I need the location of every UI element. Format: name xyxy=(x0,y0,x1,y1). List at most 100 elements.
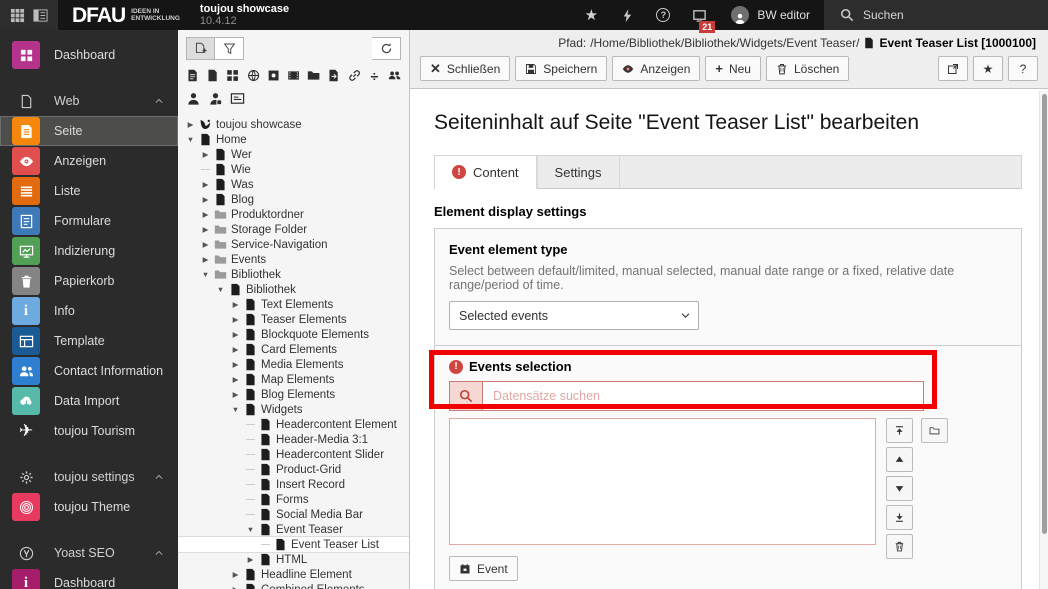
tree-expand-icon[interactable]: ▶ xyxy=(199,180,212,189)
save-button[interactable]: Speichern xyxy=(515,56,608,81)
clear-cache-button[interactable] xyxy=(609,0,645,30)
tree-node-wer[interactable]: ▶ Wer xyxy=(178,147,409,162)
tree-node-bibliothek[interactable]: ▼ Bibliothek xyxy=(178,282,409,297)
pt-page-icon[interactable] xyxy=(186,68,199,83)
tree-collapse-icon[interactable]: ▼ xyxy=(229,405,242,414)
sidebar-item-seite[interactable]: Seite xyxy=(0,116,178,146)
tree-expand-icon[interactable]: ▶ xyxy=(199,210,212,219)
user-menu[interactable]: BW editor xyxy=(717,0,824,30)
record-search-button[interactable] xyxy=(450,382,483,410)
global-search[interactable]: Suchen xyxy=(824,0,1048,30)
tree-node-bibliothek[interactable]: ▼ Bibliothek xyxy=(178,267,409,282)
tree-expand-icon[interactable]: ▶ xyxy=(229,585,242,589)
tree-expand-icon[interactable]: ▶ xyxy=(229,315,242,324)
tree-node-wie[interactable]: Wie xyxy=(178,162,409,177)
tree-node-headercontent-slider[interactable]: Headercontent Slider xyxy=(178,447,409,462)
sidebar-section-web[interactable]: Web xyxy=(0,86,178,116)
pt-divider-icon[interactable]: ÷ xyxy=(368,68,381,84)
bookmark-button[interactable]: ★ xyxy=(973,56,1003,81)
pt-globe-icon[interactable] xyxy=(247,68,260,83)
tree-node-social-media-bar[interactable]: Social Media Bar xyxy=(178,507,409,522)
new-button[interactable]: + Neu xyxy=(705,56,761,81)
pt-card-icon[interactable] xyxy=(230,91,245,106)
record-search-input[interactable] xyxy=(483,382,923,410)
sidebar-item-liste[interactable]: Liste xyxy=(0,176,178,206)
tree-node-insert-record[interactable]: Insert Record xyxy=(178,477,409,492)
tree-expand-icon[interactable]: ▶ xyxy=(244,555,257,564)
tree-collapse-icon[interactable]: ▼ xyxy=(184,135,197,144)
content-scrollbar[interactable] xyxy=(1039,91,1048,589)
tree-toggle-icon[interactable] xyxy=(33,8,48,23)
tree-collapse-icon[interactable]: ▼ xyxy=(214,285,227,294)
tree-node-teaser-elements[interactable]: ▶ Teaser Elements xyxy=(178,312,409,327)
close-button[interactable]: ✕ Schließen xyxy=(420,56,511,81)
tree-expand-icon[interactable]: ▶ xyxy=(229,300,242,309)
tree-node-card-elements[interactable]: ▶ Card Elements xyxy=(178,342,409,357)
tree-collapse-icon[interactable]: ▼ xyxy=(199,270,212,279)
tree-expand-icon[interactable]: ▶ xyxy=(229,345,242,354)
remove-selected-button[interactable] xyxy=(886,534,913,559)
sidebar-item-formulare[interactable]: Formulare xyxy=(0,206,178,236)
refresh-tree-button[interactable] xyxy=(372,37,401,60)
pt-folder-icon[interactable] xyxy=(307,68,320,83)
systeminfo-button[interactable]: 21 xyxy=(681,0,717,33)
pt-plugin-icon[interactable] xyxy=(267,68,280,83)
tree-expand-icon[interactable]: ▶ xyxy=(229,360,242,369)
tree-node-produktordner[interactable]: ▶ Produktordner xyxy=(178,207,409,222)
docheader-help-button[interactable]: ? xyxy=(1008,56,1038,81)
move-to-top-button[interactable] xyxy=(886,418,913,443)
tree-node-html[interactable]: ▶ HTML xyxy=(178,552,409,567)
tree-node-toujou-showcase[interactable]: ▶ toujou showcase xyxy=(178,117,409,132)
tree-node-widgets[interactable]: ▼ Widgets xyxy=(178,402,409,417)
sidebar-item-data-import[interactable]: Data Import xyxy=(0,386,178,416)
move-up-button[interactable] xyxy=(886,447,913,472)
tree-node-forms[interactable]: Forms xyxy=(178,492,409,507)
open-in-new-window-button[interactable] xyxy=(938,56,968,81)
pt-grid-icon[interactable] xyxy=(226,68,239,83)
tree-expand-icon[interactable]: ▶ xyxy=(199,240,212,249)
move-to-bottom-button[interactable] xyxy=(886,505,913,530)
sidebar-item-dashboard[interactable]: Dashboard xyxy=(0,40,178,70)
tree-expand-icon[interactable]: ▶ xyxy=(184,120,197,129)
tree-node-map-elements[interactable]: ▶ Map Elements xyxy=(178,372,409,387)
tree-expand-icon[interactable]: ▶ xyxy=(229,330,242,339)
tree-node-home[interactable]: ▼ Home xyxy=(178,132,409,147)
sidebar-item-toujou-tourism[interactable]: ✈ toujou Tourism xyxy=(0,416,178,446)
tab-content[interactable]: ! Content xyxy=(435,156,537,189)
tree-node-headercontent-element[interactable]: Headercontent Element xyxy=(178,417,409,432)
view-button[interactable]: Anzeigen xyxy=(612,56,701,81)
pt-blank-icon[interactable] xyxy=(206,68,219,83)
help-button[interactable]: ? xyxy=(645,0,681,30)
tree-node-was[interactable]: ▶ Was xyxy=(178,177,409,192)
pt-users-icon[interactable] xyxy=(388,68,401,83)
pt-video-icon[interactable] xyxy=(287,68,300,83)
tree-node-product-grid[interactable]: Product-Grid xyxy=(178,462,409,477)
tree-node-events[interactable]: ▶ Events xyxy=(178,252,409,267)
pt-link-icon[interactable] xyxy=(348,68,361,83)
pt-user-icon[interactable] xyxy=(186,91,201,106)
tab-settings[interactable]: Settings xyxy=(536,156,620,188)
sidebar-section-yoast-seo[interactable]: Yoast SEO xyxy=(0,538,178,568)
modules-grid-icon[interactable] xyxy=(10,8,25,23)
delete-button[interactable]: Löschen xyxy=(765,56,850,81)
tree-node-media-elements[interactable]: ▶ Media Elements xyxy=(178,357,409,372)
tree-node-text-elements[interactable]: ▶ Text Elements xyxy=(178,297,409,312)
sidebar-item-info[interactable]: i Info xyxy=(0,296,178,326)
sidebar-item-anzeigen[interactable]: Anzeigen xyxy=(0,146,178,176)
tree-node-headline-element[interactable]: ▶ Headline Element xyxy=(178,567,409,582)
tree-node-service-navigation[interactable]: ▶ Service-Navigation xyxy=(178,237,409,252)
tree-node-blog[interactable]: ▶ Blog xyxy=(178,192,409,207)
sidebar-item-indizierung[interactable]: Indizierung xyxy=(0,236,178,266)
scrollbar-thumb[interactable] xyxy=(1042,94,1047,534)
move-down-button[interactable] xyxy=(886,476,913,501)
tree-expand-icon[interactable]: ▶ xyxy=(229,390,242,399)
selected-events-listbox[interactable] xyxy=(449,418,876,545)
tree-expand-icon[interactable]: ▶ xyxy=(229,570,242,579)
bookmarks-button[interactable]: ★ xyxy=(573,0,609,30)
tree-node-combined-elements[interactable]: ▶ Combined Elements xyxy=(178,582,409,589)
tree-node-blog-elements[interactable]: ▶ Blog Elements xyxy=(178,387,409,402)
sidebar-item-contact-information[interactable]: Contact Information xyxy=(0,356,178,386)
tree-node-storage-folder[interactable]: ▶ Storage Folder xyxy=(178,222,409,237)
sidebar-section-toujou-settings[interactable]: toujou settings xyxy=(0,462,178,492)
tree-node-event-teaser-list[interactable]: Event Teaser List xyxy=(178,537,409,552)
